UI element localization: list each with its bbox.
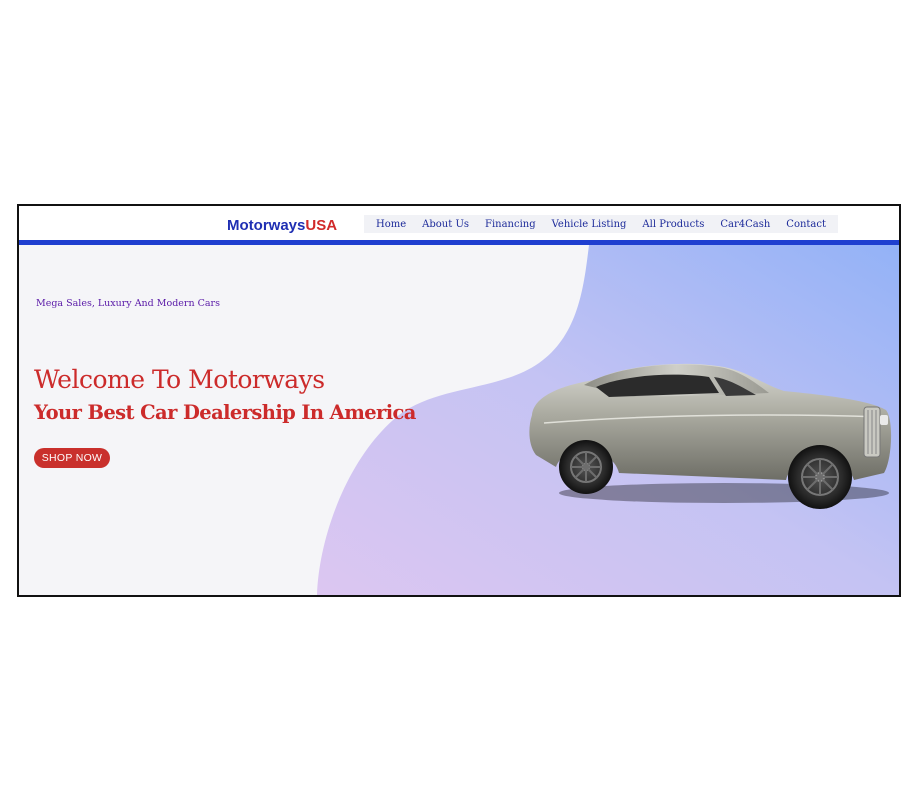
nav-item-contact[interactable]: Contact (778, 219, 834, 230)
hero-headline: Welcome To Motorways (34, 365, 325, 394)
nav-item-car4cash[interactable]: Car4Cash (712, 219, 778, 230)
hero-subheadline: Your Best Car Dealership In America (34, 401, 416, 424)
main-nav: Home About Us Financing Vehicle Listing … (364, 215, 839, 233)
nav-item-all-products[interactable]: All Products (634, 219, 712, 230)
nav-item-vehicle-listing[interactable]: Vehicle Listing (544, 219, 635, 230)
nav-item-home[interactable]: Home (368, 219, 414, 230)
silver-luxury-car-image (529, 363, 892, 509)
website-frame: MotorwaysUSA Home About Us Financing Veh… (17, 204, 901, 597)
nav-item-financing[interactable]: Financing (477, 219, 544, 230)
logo-text-part1: Motorways (227, 217, 306, 234)
header-navbar: MotorwaysUSA Home About Us Financing Veh… (19, 206, 899, 240)
hero-tagline: Mega Sales, Luxury And Modern Cars (36, 298, 220, 309)
site-logo[interactable]: MotorwaysUSA (227, 217, 337, 235)
nav-item-about-us[interactable]: About Us (414, 219, 477, 230)
shop-now-button[interactable]: SHOP NOW (34, 448, 110, 468)
hero-section: Mega Sales, Luxury And Modern Cars Welco… (19, 245, 899, 595)
logo-text-part2: USA (305, 217, 338, 234)
